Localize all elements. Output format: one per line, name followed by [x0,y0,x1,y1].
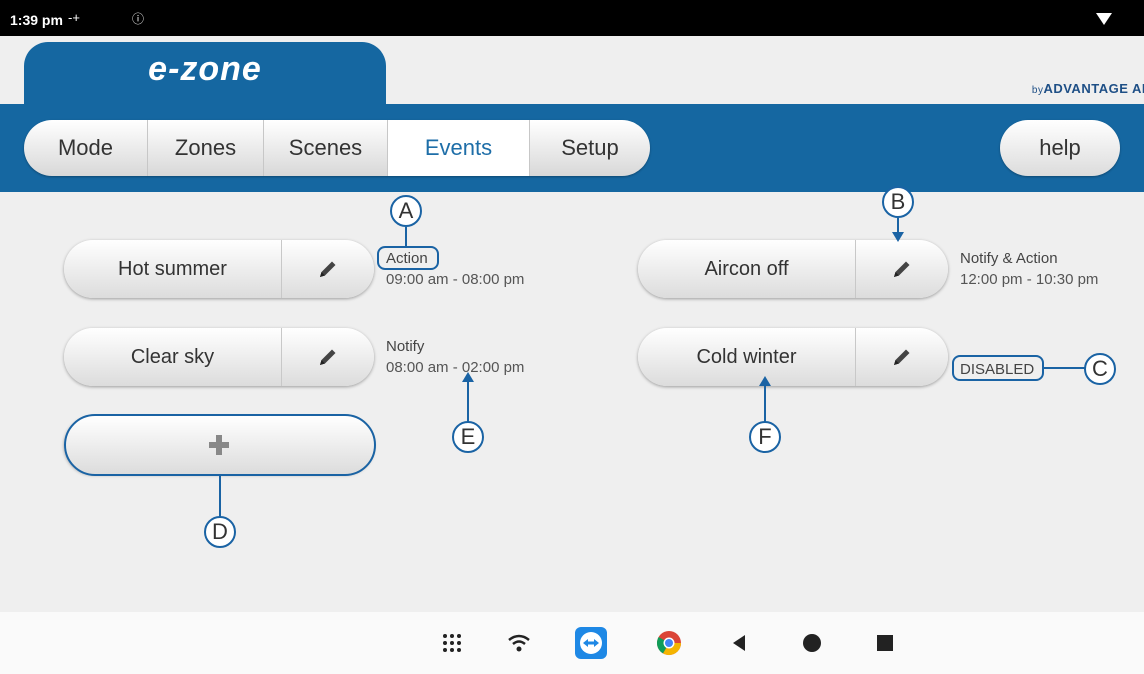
home-icon[interactable] [795,626,829,660]
home-glyph [803,634,821,652]
callout-line [219,476,221,518]
edit-button[interactable] [856,328,948,386]
status-time: 1:39 pm [10,12,63,28]
callout-d: D [204,516,236,548]
annotation-outline-type [377,246,439,270]
tab-setup[interactable]: Setup [530,120,650,176]
tab-mode[interactable]: Mode [24,120,148,176]
callout-line [764,386,766,422]
event-clear-sky: Clear sky [64,328,374,386]
pencil-icon [320,349,336,365]
status-bar: 1:39 pm -+ ⓘ [0,0,1144,36]
brand-prefix: by [1031,85,1044,96]
back-icon[interactable] [722,626,756,660]
teamviewer-icon[interactable] [574,626,608,660]
callout-line [1044,367,1086,369]
teamviewer-glyph [575,627,607,659]
event-time: 12:00 pm - 10:30 pm [960,271,1099,288]
event-name-button[interactable]: Cold winter [638,328,856,386]
logo-tab: e-zone [24,42,386,108]
event-time: 09:00 am - 08:00 pm [386,271,525,288]
callout-arrow [892,232,904,242]
event-name-button[interactable]: Clear sky [64,328,282,386]
edit-button[interactable] [282,328,374,386]
event-cold-winter: Cold winter [638,328,948,386]
callout-line [897,218,899,232]
annotation-outline-add [64,414,376,476]
callout-line [405,227,407,246]
info-indicator-icon: ⓘ [132,12,145,26]
system-nav-bar [0,612,1144,674]
tab-zones[interactable]: Zones [148,120,264,176]
event-type: Notify [386,338,425,355]
event-name-button[interactable]: Hot summer [64,240,282,298]
recents-icon[interactable] [868,626,902,660]
pencil-icon [894,349,910,365]
pencil-icon [894,261,910,277]
callout-a: A [390,195,422,227]
callout-arrow [759,376,771,386]
callout-f: F [749,421,781,453]
edit-button[interactable] [282,240,374,298]
callout-c: C [1084,353,1116,385]
back-glyph [733,635,745,651]
tab-events[interactable]: Events [388,120,530,176]
wifi-glyph [508,634,530,652]
callout-line [467,382,469,422]
event-info-aircon-off: Notify & Action 12:00 pm - 10:30 pm [960,248,1098,290]
apps-grid-glyph [443,634,461,652]
apps-grid-icon[interactable] [435,626,469,660]
chrome-icon[interactable] [652,626,686,660]
callout-b: B [882,186,914,218]
app-logo: e-zone [148,50,262,88]
pencil-icon [320,261,336,277]
brand-name: ADVANTAGE AI [1043,81,1144,96]
event-hot-summer: Hot summer [64,240,374,298]
callout-e: E [452,421,484,453]
recents-glyph [877,635,893,651]
event-time: 08:00 am - 02:00 pm [386,359,525,376]
callout-arrow [462,372,474,382]
annotation-outline-disabled [952,355,1044,381]
event-aircon-off: Aircon off [638,240,948,298]
event-name-button[interactable]: Aircon off [638,240,856,298]
help-button[interactable]: help [1000,120,1120,176]
brand-label: byADVANTAGE AI [1032,81,1144,96]
wifi-status-icon [1096,13,1112,25]
event-type: Notify & Action [960,250,1058,267]
edit-button[interactable] [856,240,948,298]
tab-scenes[interactable]: Scenes [264,120,388,176]
wifi-icon[interactable] [502,626,536,660]
chrome-glyph [656,631,681,656]
network-indicator-icon: -+ [68,10,80,25]
event-info-clear-sky: Notify 08:00 am - 02:00 pm [386,336,524,378]
tab-bar: Mode Zones Scenes Events Setup [24,120,650,176]
nav-bar: Mode Zones Scenes Events Setup help [0,104,1144,192]
